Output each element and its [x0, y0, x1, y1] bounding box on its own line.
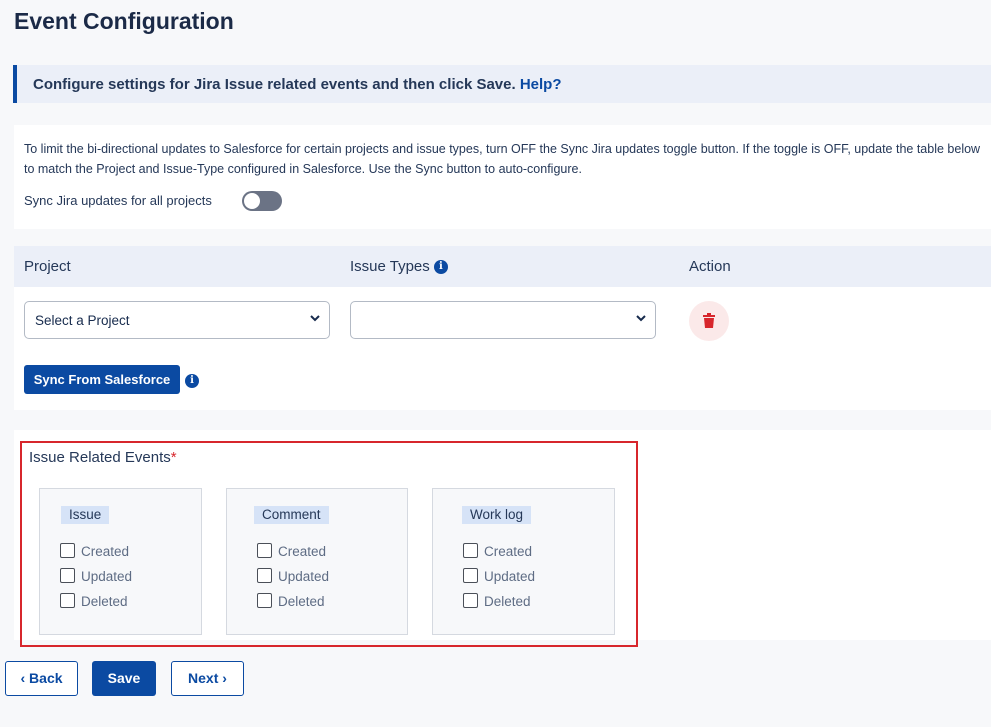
- chevron-left-icon: ‹: [20, 670, 26, 686]
- chevron-down-icon: [636, 312, 646, 326]
- group-label: Work log: [462, 506, 532, 524]
- sync-jira-updates-toggle[interactable]: [242, 191, 282, 211]
- help-link[interactable]: Help?: [520, 76, 562, 93]
- info-banner: Configure settings for Jira Issue relate…: [13, 65, 991, 103]
- banner-text: Configure settings for Jira Issue relate…: [33, 76, 516, 93]
- group-label: Comment: [254, 506, 329, 524]
- checkbox[interactable]: [60, 543, 75, 558]
- info-icon[interactable]: i: [433, 260, 448, 275]
- info-icon[interactable]: i: [185, 374, 199, 388]
- save-button[interactable]: Save: [92, 661, 156, 696]
- trash-icon: [703, 313, 715, 328]
- project-mapping-table: Project Issue Types i Action Select a Pr…: [14, 246, 991, 410]
- checkbox[interactable]: [60, 593, 75, 608]
- issue-related-events-title: Issue Related Events*: [29, 449, 177, 466]
- toggle-knob: [244, 193, 260, 209]
- column-header-project: Project: [24, 258, 71, 275]
- checkbox[interactable]: [257, 568, 272, 583]
- sync-settings-card: To limit the bi-directional updates to S…: [14, 125, 991, 229]
- event-group-issue: Issue Created Updated Deleted: [39, 488, 202, 635]
- sync-description: To limit the bi-directional updates to S…: [24, 142, 981, 176]
- project-select-value: Select a Project: [35, 313, 130, 328]
- table-header: Project Issue Types i Action: [14, 246, 991, 287]
- checkbox[interactable]: [60, 568, 75, 583]
- page-title: Event Configuration: [14, 8, 234, 34]
- delete-row-button[interactable]: [689, 301, 729, 341]
- checkbox[interactable]: [463, 593, 478, 608]
- next-button[interactable]: Next ›: [171, 661, 244, 696]
- chevron-down-icon: [310, 312, 320, 326]
- required-mark: *: [170, 449, 177, 466]
- column-header-action: Action: [689, 258, 731, 275]
- project-select[interactable]: Select a Project: [24, 301, 330, 339]
- sync-toggle-label: Sync Jira updates for all projects: [24, 193, 212, 208]
- checkbox[interactable]: [257, 543, 272, 558]
- issue-types-select[interactable]: [350, 301, 656, 339]
- back-button[interactable]: ‹ Back: [5, 661, 78, 696]
- chevron-right-icon: ›: [222, 670, 227, 686]
- column-header-issue-types: Issue Types i: [350, 258, 448, 275]
- checkbox[interactable]: [463, 543, 478, 558]
- checkbox[interactable]: [463, 568, 478, 583]
- event-group-worklog: Work log Created Updated Deleted: [432, 488, 615, 635]
- group-label: Issue: [61, 506, 110, 524]
- checkbox[interactable]: [257, 593, 272, 608]
- event-group-comment: Comment Created Updated Deleted: [226, 488, 408, 635]
- sync-from-salesforce-button[interactable]: Sync From Salesforce: [24, 365, 180, 394]
